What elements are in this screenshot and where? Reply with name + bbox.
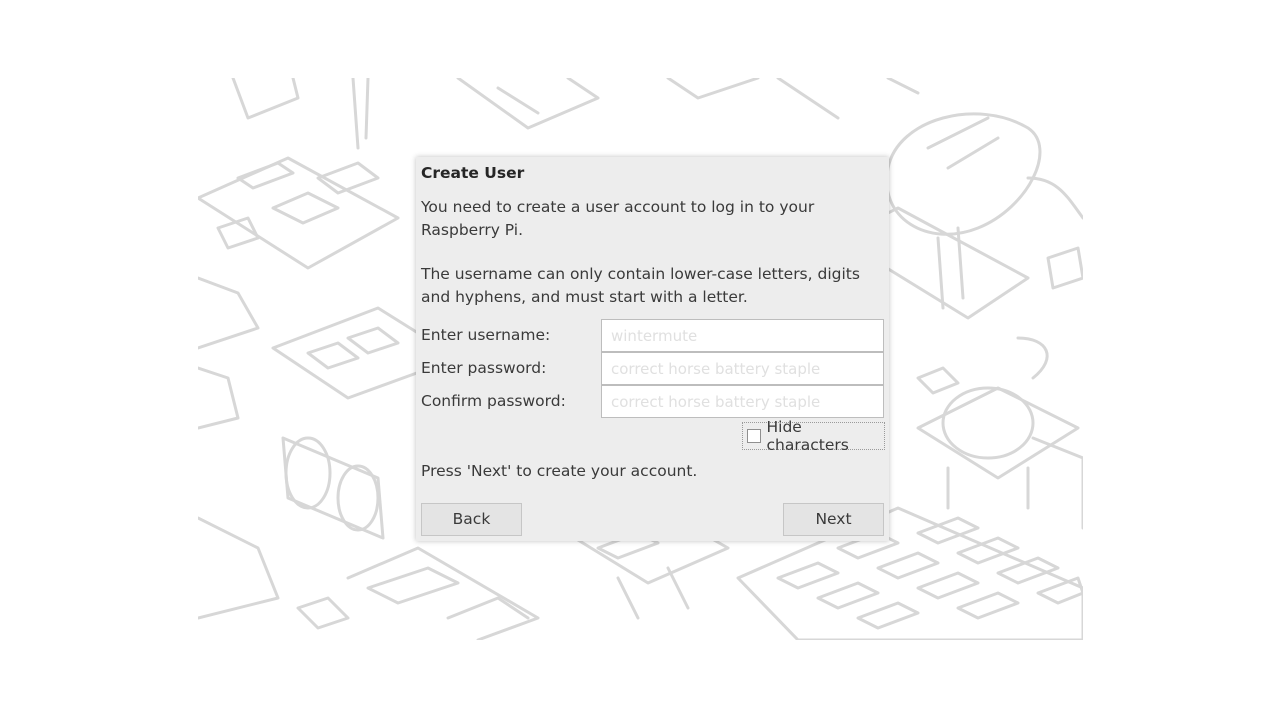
checkbox-box[interactable]	[747, 429, 761, 443]
create-user-dialog: Create User You need to create a user ac…	[416, 157, 889, 541]
username-rules-text: The username can only contain lower-case…	[421, 265, 860, 306]
confirm-password-label: Confirm password:	[421, 392, 566, 410]
back-button[interactable]: Back	[421, 503, 522, 536]
username-input[interactable]	[601, 319, 884, 352]
confirm-password-input[interactable]	[601, 385, 884, 418]
intro-text: You need to create a user account to log…	[421, 198, 815, 239]
password-label: Enter password:	[421, 359, 547, 377]
hide-characters-label: Hide characters	[766, 418, 849, 454]
press-next-text: Press 'Next' to create your account.	[421, 462, 698, 480]
password-input[interactable]	[601, 352, 884, 385]
hide-characters-checkbox[interactable]: Hide characters	[742, 418, 885, 454]
next-button[interactable]: Next	[783, 503, 884, 536]
username-label: Enter username:	[421, 326, 551, 344]
dialog-title: Create User	[421, 164, 525, 182]
